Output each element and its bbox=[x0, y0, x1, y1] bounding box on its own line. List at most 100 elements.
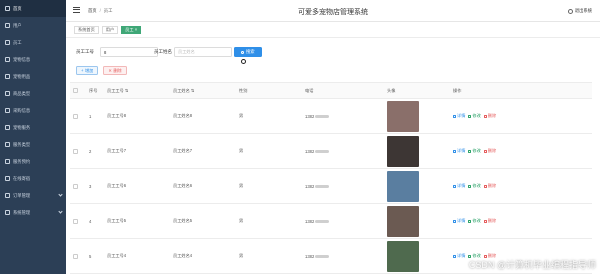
sidebar-item[interactable]: 宠物用品 bbox=[0, 68, 66, 85]
search-button-label: 搜索 bbox=[245, 49, 255, 54]
delete-icon bbox=[483, 184, 487, 188]
menu-icon bbox=[5, 193, 10, 198]
employee-id-input[interactable]: 8 bbox=[100, 47, 158, 57]
sidebar-item[interactable]: 采购信息 bbox=[0, 102, 66, 119]
detail-button[interactable]: 详情 bbox=[453, 148, 465, 154]
row-checkbox[interactable] bbox=[73, 253, 78, 259]
sidebar-item[interactable]: 员工 bbox=[0, 34, 66, 51]
action-bar: + 增加 ✕ 删除 bbox=[76, 66, 127, 75]
detail-button[interactable]: 详情 bbox=[453, 183, 465, 189]
menu-icon bbox=[5, 108, 10, 113]
detail-button[interactable]: 详情 bbox=[453, 113, 465, 119]
row-operations: 详情 修改 删除 bbox=[450, 183, 592, 189]
sidebar-item[interactable]: 系统管理 bbox=[0, 204, 66, 221]
sidebar-item-label: 首页 bbox=[13, 5, 22, 11]
row-avatar-cell bbox=[384, 205, 450, 237]
sidebar-item[interactable]: 在线寄宿 bbox=[0, 170, 66, 187]
edit-button[interactable]: 修改 bbox=[468, 113, 481, 119]
row-checkbox[interactable] bbox=[73, 183, 78, 189]
sidebar-item[interactable]: 服务预约 bbox=[0, 153, 66, 170]
trash-icon: ✕ bbox=[108, 68, 112, 73]
table-header: 序号 员工工号 ⇅ 员工姓名 ⇅ 性别 电话 头像 操作 bbox=[70, 83, 592, 99]
row-checkbox[interactable] bbox=[73, 218, 78, 224]
row-avatar-cell bbox=[384, 170, 450, 202]
detail-label: 详情 bbox=[457, 253, 466, 258]
row-checkbox[interactable] bbox=[73, 113, 78, 119]
header-employee-id[interactable]: 员工工号 ⇅ bbox=[104, 88, 170, 94]
sidebar-item[interactable]: 首页 bbox=[0, 0, 66, 17]
row-employee-id: 员工工号5 bbox=[107, 218, 127, 223]
delete-label: 删除 bbox=[487, 148, 497, 153]
detail-button[interactable]: 详情 bbox=[453, 253, 465, 259]
menu-icon bbox=[5, 91, 10, 96]
tab-users[interactable]: 用户 bbox=[101, 25, 119, 34]
sidebar-item[interactable]: 服务类型 bbox=[0, 136, 66, 153]
header-index: 序号 bbox=[89, 87, 98, 93]
sidebar-item[interactable]: 宠物信息 bbox=[0, 51, 66, 68]
row-select-cell bbox=[70, 113, 86, 119]
phone-redaction bbox=[315, 254, 330, 258]
row-sex: 男 bbox=[239, 148, 244, 153]
table-row: 1 员工工号8 员工姓名8 男 1382 详情 修改 删除 bbox=[70, 99, 592, 134]
select-all-checkbox[interactable] bbox=[73, 88, 78, 93]
row-employee-name: 员工姓名6 bbox=[173, 183, 193, 188]
watermark: CSDN @计算机毕业编程指导师 bbox=[468, 260, 596, 270]
sidebar-item[interactable]: 商品类型 bbox=[0, 85, 66, 102]
sidebar-item[interactable]: 用户 bbox=[0, 17, 66, 34]
bulk-delete-button[interactable]: ✕ 删除 bbox=[103, 66, 127, 75]
delete-button[interactable]: 删除 bbox=[483, 218, 497, 224]
detail-label: 详情 bbox=[457, 183, 466, 188]
menu-icon bbox=[5, 176, 10, 181]
detail-icon bbox=[453, 254, 456, 258]
avatar bbox=[387, 135, 419, 167]
menu-icon bbox=[5, 57, 10, 62]
search-button[interactable]: 搜索 bbox=[234, 47, 262, 57]
add-button[interactable]: + 增加 bbox=[76, 66, 99, 75]
chevron-down-icon bbox=[58, 209, 63, 214]
row-select-cell bbox=[70, 253, 86, 259]
delete-label: 删除 bbox=[487, 218, 497, 223]
row-operations: 详情 修改 删除 bbox=[450, 113, 592, 119]
row-sex: 男 bbox=[239, 113, 244, 118]
delete-button[interactable]: 删除 bbox=[483, 148, 497, 154]
edit-button[interactable]: 修改 bbox=[468, 148, 481, 154]
row-sex: 男 bbox=[239, 218, 244, 223]
header-employee-name[interactable]: 员工姓名 ⇅ bbox=[170, 88, 236, 94]
sidebar-item[interactable]: 宠物服务 bbox=[0, 119, 66, 136]
row-phone: 1382 bbox=[305, 218, 315, 224]
row-employee-id: 员工工号4 bbox=[107, 253, 127, 258]
bulk-delete-label: 删除 bbox=[113, 67, 122, 73]
header-sex: 性别 bbox=[239, 87, 248, 93]
detail-label: 详情 bbox=[457, 148, 466, 153]
menu-icon bbox=[5, 125, 10, 130]
row-phone-cell: 1382 bbox=[302, 149, 384, 154]
row-employee-name: 员工姓名5 bbox=[173, 218, 193, 223]
sidebar: 首页用户 员工 宠物信息 宠物用品 商品类型采购信息宠物服务 服务类型 服务预约 在线寄宿 订单… bbox=[0, 0, 66, 274]
detail-button[interactable]: 详情 bbox=[453, 218, 465, 224]
delete-button[interactable]: 删除 bbox=[483, 183, 496, 189]
avatar bbox=[387, 100, 419, 132]
sidebar-item[interactable]: 订单管理 bbox=[0, 187, 66, 204]
edit-label: 修改 bbox=[472, 183, 481, 188]
menu-icon bbox=[5, 159, 10, 164]
row-phone: 1382 bbox=[305, 113, 315, 119]
employee-id-label: 员工工号 bbox=[76, 49, 94, 54]
tab-employees[interactable]: 员工 × bbox=[121, 25, 142, 34]
tab-home[interactable]: 系统首页 bbox=[74, 25, 99, 34]
table-row: 2 员工工号7 员工姓名7 男 1382 详情 修改 删除 bbox=[70, 134, 592, 169]
sidebar-item-label: 采购信息 bbox=[13, 107, 31, 113]
menu-icon bbox=[5, 210, 10, 215]
row-employee-name: 员工姓名8 bbox=[173, 113, 193, 118]
row-operations: 详情 修改 删除 bbox=[450, 218, 592, 224]
edit-button[interactable]: 修改 bbox=[468, 183, 481, 189]
menu-icon bbox=[5, 142, 10, 147]
employee-name-input[interactable]: 员工姓名 bbox=[174, 47, 232, 57]
edit-button[interactable]: 修改 bbox=[468, 218, 481, 224]
delete-button[interactable]: 删除 bbox=[483, 113, 496, 119]
delete-icon bbox=[483, 219, 487, 223]
logout-button[interactable]: 退出系统 bbox=[567, 8, 592, 14]
employee-table: 序号 员工工号 ⇅ 员工姓名 ⇅ 性别 电话 头像 操作 1 员工工号8 员工姓名8… bbox=[70, 82, 592, 274]
sidebar-item-label: 系统管理 bbox=[13, 209, 31, 215]
edit-label: 修改 bbox=[472, 113, 481, 118]
row-checkbox[interactable] bbox=[73, 148, 78, 154]
